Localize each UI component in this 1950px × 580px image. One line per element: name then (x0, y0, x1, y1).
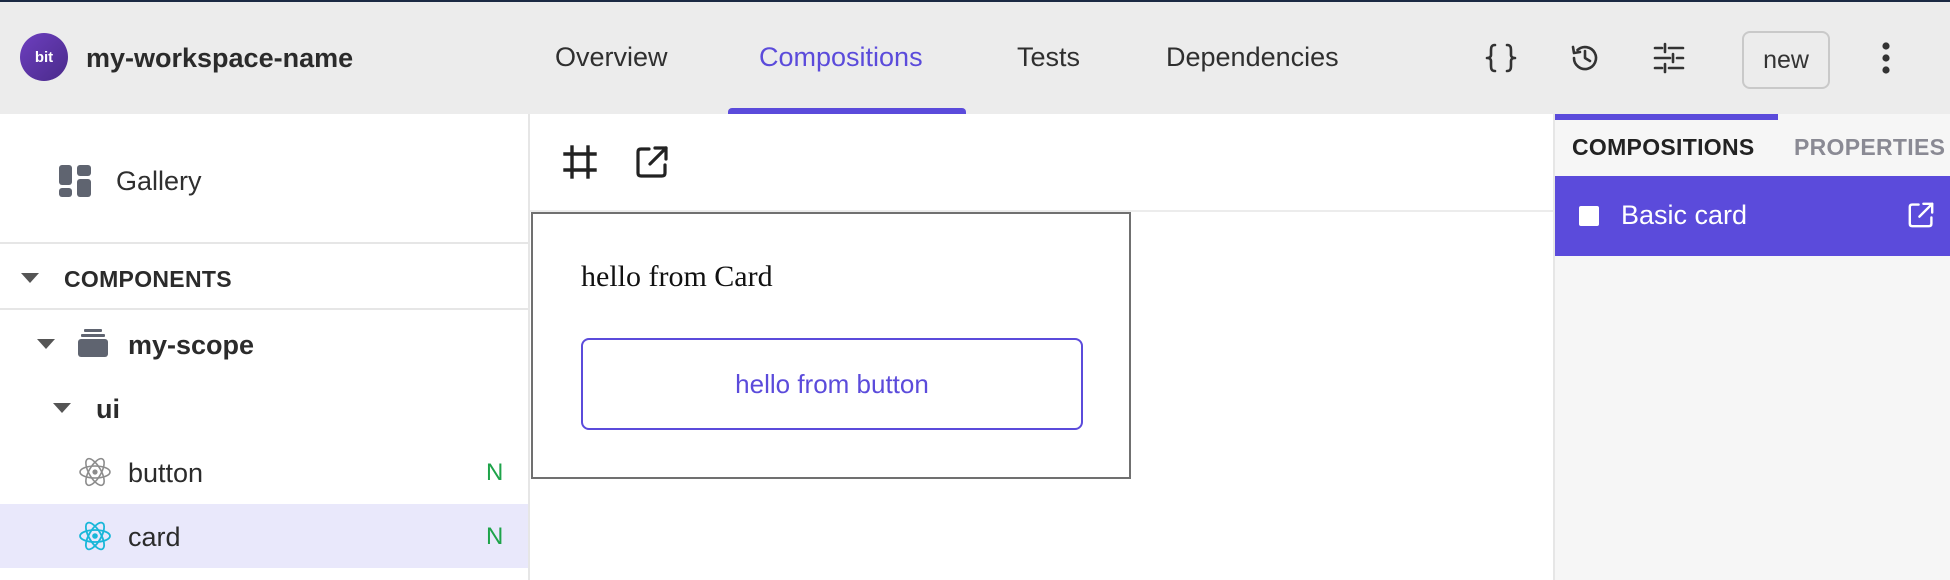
top-bar: bit my-workspace-name Overview Compositi… (0, 0, 1950, 116)
tree-item-scope[interactable]: my-scope (0, 312, 528, 376)
active-panel-tab-indicator (1555, 114, 1778, 120)
open-external-icon[interactable] (632, 142, 672, 182)
tree-item-label: ui (96, 394, 120, 424)
tab-dependencies[interactable]: Dependencies (1166, 42, 1339, 73)
more-vertical-icon[interactable] (1866, 38, 1906, 78)
react-icon (79, 457, 111, 487)
open-external-icon[interactable] (1905, 199, 1937, 231)
composition-preview-area: hello from Card hello from button (530, 114, 1553, 580)
collapse-caret-icon[interactable] (37, 339, 55, 349)
preview-toolbar (530, 114, 1553, 212)
tab-compositions[interactable]: Compositions (759, 42, 923, 73)
collapse-caret-icon[interactable] (53, 403, 71, 413)
bit-logo[interactable]: bit (20, 33, 68, 81)
settings-sliders-icon[interactable] (1649, 38, 1689, 78)
new-button[interactable]: new (1742, 31, 1830, 89)
sidebar: Gallery COMPONENTS my-scope ui button N (0, 114, 530, 580)
compositions-panel: COMPOSITIONS PROPERTIES Basic card (1553, 114, 1950, 580)
tree-item-component[interactable]: button N (0, 440, 528, 504)
tree-item-label: my-scope (128, 330, 255, 360)
gallery-link[interactable]: Gallery (0, 114, 528, 244)
scope-stack-icon (78, 329, 108, 357)
tree-item-namespace[interactable]: ui (0, 376, 528, 440)
workspace-name[interactable]: my-workspace-name (86, 43, 353, 74)
tree-item-label: button (128, 458, 204, 488)
collapse-caret-icon[interactable] (21, 273, 39, 283)
card-preview: hello from Card hello from button (531, 212, 1131, 479)
composition-square-icon (1579, 206, 1599, 226)
new-status-badge: N (486, 523, 504, 550)
panel-tab-compositions[interactable]: COMPOSITIONS (1572, 134, 1755, 161)
history-icon[interactable] (1565, 38, 1605, 78)
gallery-label: Gallery (116, 166, 202, 196)
preview-button[interactable]: hello from button (581, 338, 1083, 430)
components-section-header[interactable]: COMPONENTS (0, 246, 528, 310)
tab-tests[interactable]: Tests (1017, 42, 1080, 73)
react-icon (79, 521, 111, 551)
code-braces-icon[interactable] (1481, 38, 1521, 78)
tree-item-component-selected[interactable]: card N (0, 504, 528, 568)
composition-label: Basic card (1621, 200, 1748, 230)
gallery-icon (59, 165, 91, 197)
components-section-label: COMPONENTS (64, 266, 232, 292)
tab-overview[interactable]: Overview (555, 42, 668, 73)
new-status-badge: N (486, 459, 504, 486)
crop-frame-icon[interactable] (560, 142, 600, 182)
tree-item-label: card (128, 522, 181, 552)
card-text: hello from Card (581, 260, 773, 293)
composition-item[interactable]: Basic card (1555, 176, 1950, 256)
panel-tab-properties[interactable]: PROPERTIES (1794, 134, 1945, 161)
